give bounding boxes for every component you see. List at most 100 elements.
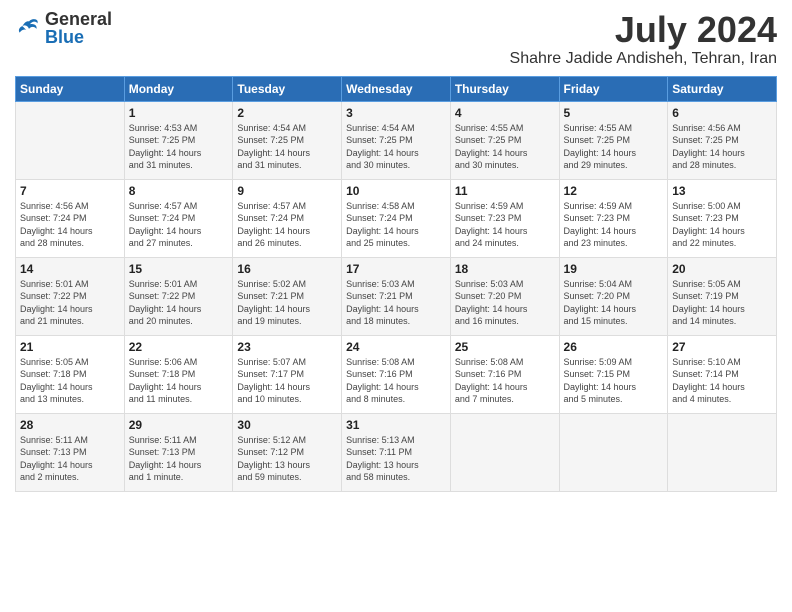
- logo-text: General Blue: [45, 10, 112, 46]
- day-info: Sunrise: 5:02 AM Sunset: 7:21 PM Dayligh…: [237, 278, 337, 328]
- day-number: 22: [129, 340, 229, 354]
- day-info: Sunrise: 5:11 AM Sunset: 7:13 PM Dayligh…: [129, 434, 229, 484]
- day-number: 11: [455, 184, 555, 198]
- day-info: Sunrise: 4:57 AM Sunset: 7:24 PM Dayligh…: [129, 200, 229, 250]
- day-info: Sunrise: 5:08 AM Sunset: 7:16 PM Dayligh…: [346, 356, 446, 406]
- logo-icon: [15, 14, 43, 42]
- day-number: 21: [20, 340, 120, 354]
- logo: General Blue: [15, 10, 112, 46]
- logo-blue: Blue: [45, 28, 112, 46]
- calendar-cell: 20 Sunrise: 5:05 AM Sunset: 7:19 PM Dayli…: [668, 257, 777, 335]
- day-info: Sunrise: 4:54 AM Sunset: 7:25 PM Dayligh…: [346, 122, 446, 172]
- day-number: 23: [237, 340, 337, 354]
- weekday-header-row: SundayMondayTuesdayWednesdayThursdayFrid…: [16, 76, 777, 101]
- calendar-header: SundayMondayTuesdayWednesdayThursdayFrid…: [16, 76, 777, 101]
- day-number: 3: [346, 106, 446, 120]
- weekday-header-saturday: Saturday: [668, 76, 777, 101]
- title-area: July 2024 Shahre Jadide Andisheh, Tehran…: [510, 10, 777, 68]
- calendar-cell: 30 Sunrise: 5:12 AM Sunset: 7:12 PM Dayli…: [233, 413, 342, 491]
- calendar-cell: [450, 413, 559, 491]
- month-title: July 2024: [510, 10, 777, 50]
- calendar-cell: 16 Sunrise: 5:02 AM Sunset: 7:21 PM Dayli…: [233, 257, 342, 335]
- day-info: Sunrise: 5:05 AM Sunset: 7:19 PM Dayligh…: [672, 278, 772, 328]
- calendar-cell: [668, 413, 777, 491]
- calendar-week-row: 28Sunrise: 5:11 AM Sunset: 7:13 PM Dayli…: [16, 413, 777, 491]
- day-number: 31: [346, 418, 446, 432]
- day-number: 18: [455, 262, 555, 276]
- day-info: Sunrise: 5:00 AM Sunset: 7:23 PM Dayligh…: [672, 200, 772, 250]
- weekday-header-sunday: Sunday: [16, 76, 125, 101]
- calendar-week-row: 1Sunrise: 4:53 AM Sunset: 7:25 PM Daylig…: [16, 101, 777, 179]
- day-info: Sunrise: 4:58 AM Sunset: 7:24 PM Dayligh…: [346, 200, 446, 250]
- day-number: 20: [672, 262, 772, 276]
- day-number: 16: [237, 262, 337, 276]
- calendar-cell: 15 Sunrise: 5:01 AM Sunset: 7:22 PM Dayli…: [124, 257, 233, 335]
- day-info: Sunrise: 4:59 AM Sunset: 7:23 PM Dayligh…: [455, 200, 555, 250]
- calendar-cell: 10 Sunrise: 4:58 AM Sunset: 7:24 PM Dayli…: [342, 179, 451, 257]
- calendar-cell: 18 Sunrise: 5:03 AM Sunset: 7:20 PM Dayli…: [450, 257, 559, 335]
- calendar-table: SundayMondayTuesdayWednesdayThursdayFrid…: [15, 76, 777, 492]
- day-number: 29: [129, 418, 229, 432]
- day-info: Sunrise: 5:12 AM Sunset: 7:12 PM Dayligh…: [237, 434, 337, 484]
- calendar-cell: [16, 101, 125, 179]
- day-number: 6: [672, 106, 772, 120]
- day-number: 10: [346, 184, 446, 198]
- day-number: 12: [564, 184, 664, 198]
- calendar-cell: 3 Sunrise: 4:54 AM Sunset: 7:25 PM Daylig…: [342, 101, 451, 179]
- day-number: 19: [564, 262, 664, 276]
- calendar-cell: 21 Sunrise: 5:05 AM Sunset: 7:18 PM Dayli…: [16, 335, 125, 413]
- day-number: 27: [672, 340, 772, 354]
- calendar-cell: 2 Sunrise: 4:54 AM Sunset: 7:25 PM Daylig…: [233, 101, 342, 179]
- calendar-cell: 13 Sunrise: 5:00 AM Sunset: 7:23 PM Dayli…: [668, 179, 777, 257]
- calendar-cell: 6Sunrise: 4:56 AM Sunset: 7:25 PM Daylig…: [668, 101, 777, 179]
- day-info: Sunrise: 5:03 AM Sunset: 7:20 PM Dayligh…: [455, 278, 555, 328]
- calendar-week-row: 7Sunrise: 4:56 AM Sunset: 7:24 PM Daylig…: [16, 179, 777, 257]
- day-info: Sunrise: 4:57 AM Sunset: 7:24 PM Dayligh…: [237, 200, 337, 250]
- calendar-cell: 4Sunrise: 4:55 AM Sunset: 7:25 PM Daylig…: [450, 101, 559, 179]
- day-info: Sunrise: 4:56 AM Sunset: 7:24 PM Dayligh…: [20, 200, 120, 250]
- weekday-header-monday: Monday: [124, 76, 233, 101]
- day-info: Sunrise: 5:13 AM Sunset: 7:11 PM Dayligh…: [346, 434, 446, 484]
- page-header: General Blue July 2024 Shahre Jadide And…: [15, 10, 777, 68]
- calendar-cell: [559, 413, 668, 491]
- day-info: Sunrise: 5:08 AM Sunset: 7:16 PM Dayligh…: [455, 356, 555, 406]
- day-number: 30: [237, 418, 337, 432]
- calendar-cell: 28Sunrise: 5:11 AM Sunset: 7:13 PM Dayli…: [16, 413, 125, 491]
- day-info: Sunrise: 5:07 AM Sunset: 7:17 PM Dayligh…: [237, 356, 337, 406]
- day-info: Sunrise: 5:04 AM Sunset: 7:20 PM Dayligh…: [564, 278, 664, 328]
- logo-general: General: [45, 10, 112, 28]
- day-info: Sunrise: 5:10 AM Sunset: 7:14 PM Dayligh…: [672, 356, 772, 406]
- day-number: 15: [129, 262, 229, 276]
- calendar-cell: 19 Sunrise: 5:04 AM Sunset: 7:20 PM Dayli…: [559, 257, 668, 335]
- day-number: 24: [346, 340, 446, 354]
- day-number: 17: [346, 262, 446, 276]
- day-info: Sunrise: 5:06 AM Sunset: 7:18 PM Dayligh…: [129, 356, 229, 406]
- calendar-cell: 29 Sunrise: 5:11 AM Sunset: 7:13 PM Dayli…: [124, 413, 233, 491]
- calendar-cell: 31 Sunrise: 5:13 AM Sunset: 7:11 PM Dayli…: [342, 413, 451, 491]
- calendar-cell: 5Sunrise: 4:55 AM Sunset: 7:25 PM Daylig…: [559, 101, 668, 179]
- calendar-cell: 14Sunrise: 5:01 AM Sunset: 7:22 PM Dayli…: [16, 257, 125, 335]
- day-number: 2: [237, 106, 337, 120]
- location-subtitle: Shahre Jadide Andisheh, Tehran, Iran: [510, 50, 777, 68]
- day-number: 25: [455, 340, 555, 354]
- day-info: Sunrise: 5:01 AM Sunset: 7:22 PM Dayligh…: [129, 278, 229, 328]
- day-info: Sunrise: 5:11 AM Sunset: 7:13 PM Dayligh…: [20, 434, 120, 484]
- day-info: Sunrise: 4:53 AM Sunset: 7:25 PM Dayligh…: [129, 122, 229, 172]
- day-info: Sunrise: 5:03 AM Sunset: 7:21 PM Dayligh…: [346, 278, 446, 328]
- day-info: Sunrise: 5:05 AM Sunset: 7:18 PM Dayligh…: [20, 356, 120, 406]
- calendar-cell: 9 Sunrise: 4:57 AM Sunset: 7:24 PM Daylig…: [233, 179, 342, 257]
- weekday-header-friday: Friday: [559, 76, 668, 101]
- calendar-cell: 8Sunrise: 4:57 AM Sunset: 7:24 PM Daylig…: [124, 179, 233, 257]
- day-number: 5: [564, 106, 664, 120]
- day-number: 9: [237, 184, 337, 198]
- day-info: Sunrise: 4:59 AM Sunset: 7:23 PM Dayligh…: [564, 200, 664, 250]
- calendar-cell: 7Sunrise: 4:56 AM Sunset: 7:24 PM Daylig…: [16, 179, 125, 257]
- calendar-cell: 27 Sunrise: 5:10 AM Sunset: 7:14 PM Dayli…: [668, 335, 777, 413]
- calendar-cell: 25 Sunrise: 5:08 AM Sunset: 7:16 PM Dayli…: [450, 335, 559, 413]
- day-info: Sunrise: 4:54 AM Sunset: 7:25 PM Dayligh…: [237, 122, 337, 172]
- day-info: Sunrise: 5:01 AM Sunset: 7:22 PM Dayligh…: [20, 278, 120, 328]
- calendar-week-row: 21 Sunrise: 5:05 AM Sunset: 7:18 PM Dayli…: [16, 335, 777, 413]
- weekday-header-thursday: Thursday: [450, 76, 559, 101]
- day-number: 13: [672, 184, 772, 198]
- calendar-cell: 1Sunrise: 4:53 AM Sunset: 7:25 PM Daylig…: [124, 101, 233, 179]
